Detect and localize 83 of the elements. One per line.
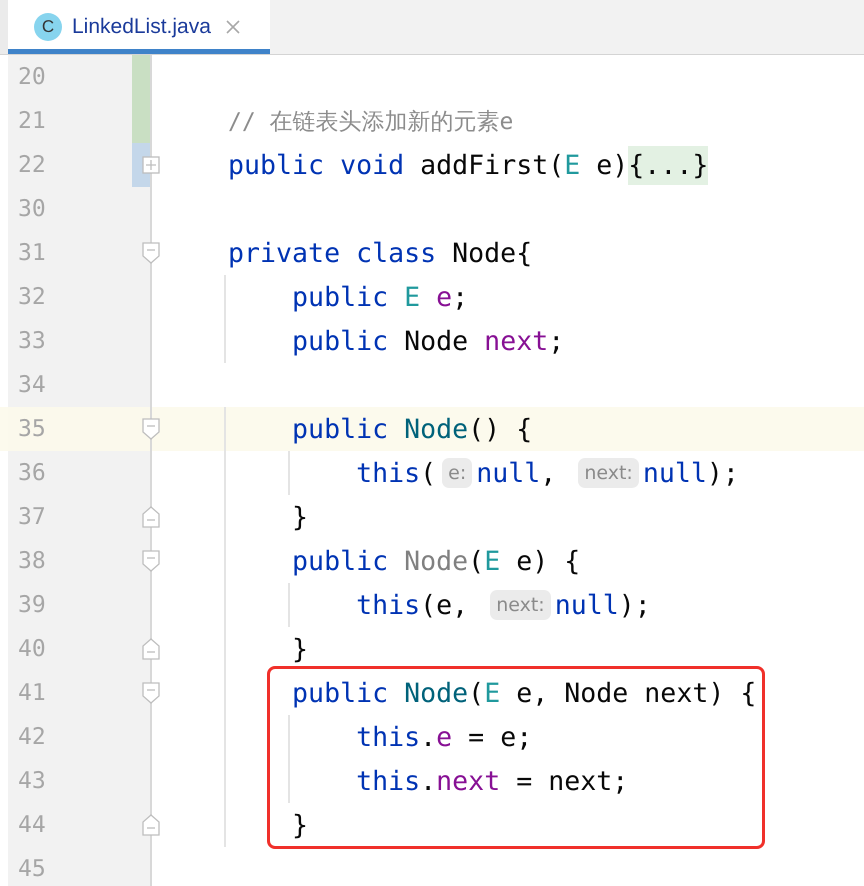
code-keyword: public void — [228, 150, 404, 180]
line-number: 35 — [17, 416, 46, 442]
code-type: E — [564, 150, 580, 180]
line-number: 20 — [17, 64, 46, 90]
code-keyword: public — [291, 414, 388, 444]
line-number: 42 — [17, 724, 46, 750]
code-type: E — [484, 546, 500, 576]
line-number: 30 — [17, 196, 46, 222]
parameter-hint: next: — [490, 590, 551, 620]
code-keyword: this — [355, 766, 420, 796]
expand-icon[interactable] — [142, 156, 160, 174]
code-keyword: public — [291, 678, 388, 708]
code-text: ; — [452, 282, 468, 312]
fold-icon[interactable] — [142, 638, 160, 660]
code-keyword: public — [291, 282, 388, 312]
code-text: addFirst( — [419, 150, 564, 180]
code-text: Node{ — [451, 238, 532, 268]
parameter-hint: e: — [442, 458, 472, 488]
code-text: = next; — [515, 766, 628, 796]
code-text: e) { — [515, 546, 580, 576]
code-keyword: null — [476, 458, 540, 488]
line-number: 41 — [17, 680, 46, 706]
file-tab[interactable]: C LinkedList.java — [8, 0, 270, 54]
fold-icon[interactable] — [142, 682, 160, 704]
line-number: 36 — [17, 460, 46, 486]
fold-icon[interactable] — [142, 242, 160, 264]
folded-code: {...} — [628, 146, 708, 184]
code-text: ( — [468, 546, 484, 576]
line-number: 34 — [17, 372, 46, 398]
code-comment: // 在链表头添加新的元素e — [228, 108, 514, 136]
code-keyword: this — [355, 590, 420, 620]
code-text: } — [291, 502, 308, 532]
code-text: e, Node next) { — [515, 678, 756, 708]
code-text: ( — [468, 678, 484, 708]
fold-icon[interactable] — [142, 814, 160, 836]
code-text: Node — [403, 326, 468, 356]
code-text: ); — [706, 458, 739, 488]
parameter-hint: next: — [578, 458, 639, 488]
line-number: 39 — [17, 592, 46, 618]
line-number: 43 — [17, 768, 46, 794]
line-number: 33 — [17, 328, 46, 354]
line-number: 45 — [17, 856, 46, 882]
fold-icon[interactable] — [142, 506, 160, 528]
code-field: next — [468, 326, 548, 356]
fold-icon[interactable] — [142, 550, 160, 572]
code-keyword: this — [355, 722, 420, 752]
code-method: Node — [403, 678, 468, 708]
line-number: 21 — [17, 108, 46, 134]
close-icon[interactable] — [224, 19, 241, 35]
code-text: () { — [468, 414, 532, 444]
class-icon: C — [34, 13, 62, 41]
fold-icon[interactable] — [142, 418, 160, 440]
code-text: . — [420, 766, 436, 796]
line-number: 22 — [17, 152, 46, 178]
code-method: Node — [403, 414, 468, 444]
code-method: Node — [403, 546, 468, 576]
code-text: } — [291, 634, 308, 664]
code-keyword: null — [554, 590, 619, 620]
code-type: E — [484, 678, 500, 708]
code-text: . — [420, 722, 436, 752]
code-keyword: private class — [228, 238, 436, 268]
code-keyword: public — [291, 546, 388, 576]
line-number: 44 — [17, 812, 46, 838]
code-text: = e; — [467, 722, 532, 752]
code-type: E — [403, 282, 420, 312]
code-text: e) — [595, 150, 628, 180]
code-text: ( — [420, 458, 436, 488]
code-field: e — [420, 282, 452, 312]
code-text: (e, — [420, 590, 470, 620]
code-field: e — [436, 722, 452, 752]
line-number: 32 — [17, 284, 46, 310]
code-keyword: this — [355, 458, 420, 488]
line-number: 31 — [17, 240, 46, 266]
code-text: ); — [618, 590, 651, 620]
code-field: next — [436, 766, 500, 796]
code-text: } — [291, 810, 308, 840]
line-number: 40 — [17, 636, 46, 662]
line-number: 37 — [17, 504, 46, 530]
code-text: , — [540, 458, 558, 488]
code-text: ; — [548, 326, 564, 356]
code-keyword: null — [642, 458, 707, 488]
line-number: 38 — [17, 548, 46, 574]
code-keyword: public — [291, 326, 388, 356]
